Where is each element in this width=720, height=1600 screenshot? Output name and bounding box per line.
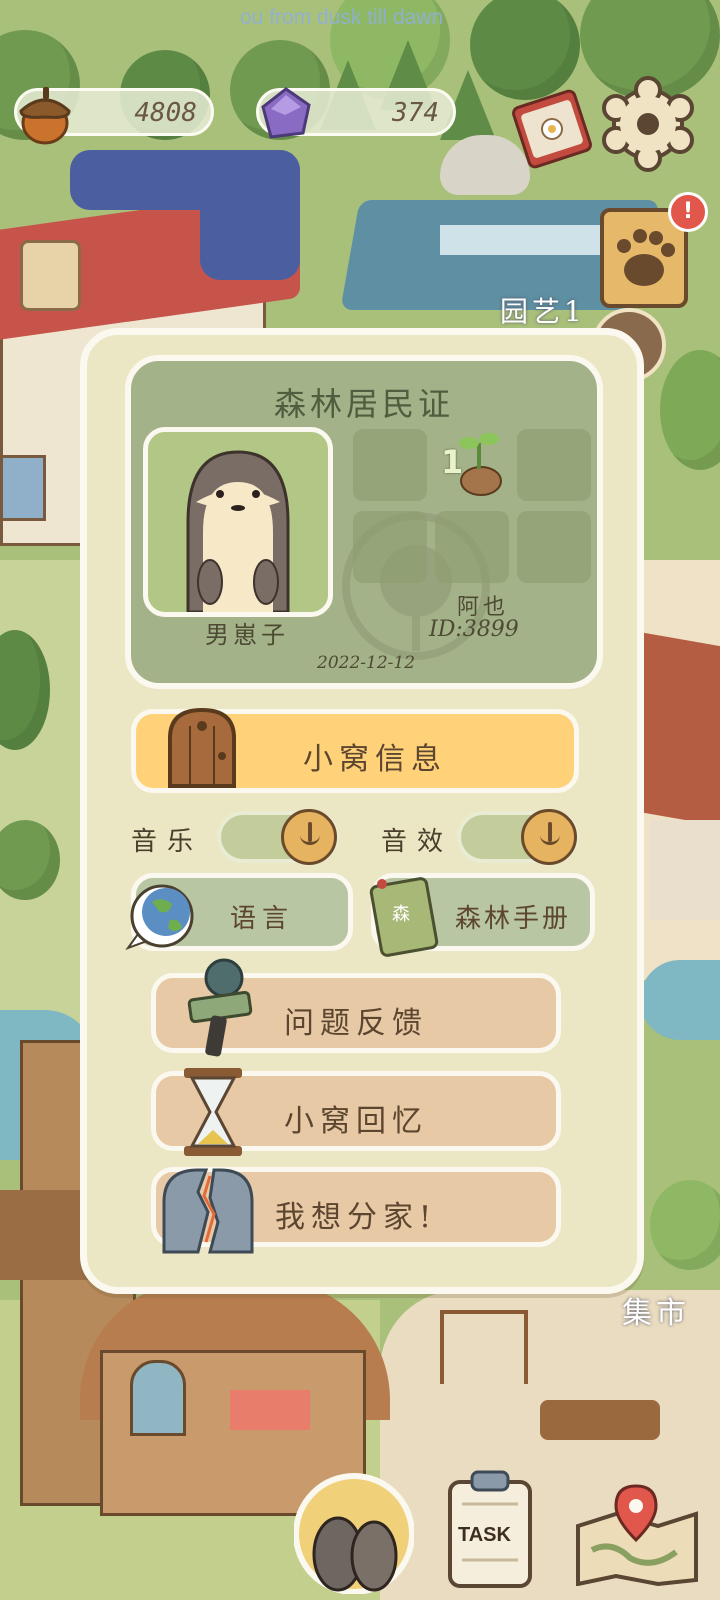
sfx-toggle[interactable] bbox=[457, 809, 579, 865]
gear-icon[interactable] bbox=[600, 74, 696, 178]
badge-slot-5[interactable] bbox=[435, 511, 509, 583]
penguin-character-icon bbox=[186, 450, 290, 612]
leave-home-button[interactable]: 我想分家! bbox=[151, 1167, 561, 1254]
language-label: 语言 bbox=[229, 904, 294, 934]
memories-label: 小窝回忆 bbox=[284, 1104, 428, 1139]
home-info-button[interactable]: 小窝信息 bbox=[131, 707, 579, 793]
badge-slot-4[interactable] bbox=[353, 511, 427, 583]
gem-counter[interactable]: 374 bbox=[256, 87, 456, 139]
badge-slot-6[interactable] bbox=[517, 511, 591, 583]
badge-slot-2[interactable]: 1 bbox=[435, 429, 509, 501]
feedback-button[interactable]: 问题反馈 bbox=[151, 958, 561, 1057]
owner-id: ID:3899 bbox=[429, 617, 519, 642]
music-knob-icon bbox=[281, 809, 337, 865]
home-info-label: 小窝信息 bbox=[303, 742, 447, 777]
garden-label: 园艺1 bbox=[500, 295, 586, 328]
resident-id-card: 森林居民证 1 男崽子 阿也 ID:3899 2022-12-12 bbox=[125, 355, 603, 689]
music-toggle[interactable] bbox=[217, 809, 339, 865]
acorn-icon bbox=[11, 81, 77, 151]
gem-count: 374 bbox=[392, 98, 439, 128]
card-title: 森林居民证 bbox=[273, 385, 454, 423]
character-icon[interactable] bbox=[293, 1470, 415, 1598]
pet-avatar[interactable] bbox=[143, 427, 333, 617]
leave-home-label: 我想分家! bbox=[274, 1200, 438, 1235]
task-label: TASK bbox=[458, 1524, 511, 1546]
join-date: 2022-12-12 bbox=[317, 653, 416, 673]
alert-badge: ! bbox=[668, 192, 708, 232]
book-icon[interactable] bbox=[510, 84, 600, 178]
sfx-knob-icon bbox=[521, 809, 577, 865]
language-button[interactable]: 语言 bbox=[125, 873, 353, 951]
feedback-label: 问题反馈 bbox=[284, 1006, 428, 1041]
handbook-button[interactable]: 森 森林手册 bbox=[369, 873, 595, 957]
handbook-label: 森林手册 bbox=[454, 904, 571, 934]
music-label: 音乐 bbox=[131, 827, 204, 857]
market-label: 集市 bbox=[622, 1296, 690, 1331]
badge-slot-1[interactable] bbox=[353, 429, 427, 501]
badge-slot-3[interactable] bbox=[517, 429, 591, 501]
gem-icon bbox=[257, 85, 315, 147]
task-button[interactable]: TASK bbox=[444, 1468, 538, 1596]
sfx-label: 音效 bbox=[381, 827, 454, 857]
map-icon[interactable] bbox=[572, 1480, 702, 1590]
acorn-count: 4808 bbox=[134, 98, 197, 128]
acorn-counter[interactable]: 4808 bbox=[14, 87, 214, 145]
settings-panel: 森林居民证 1 男崽子 阿也 ID:3899 2022-12-12 小窝信息 音… bbox=[80, 328, 644, 1294]
badge-level: 1 bbox=[441, 443, 464, 481]
now-playing-banner: ou from dusk till dawn bbox=[240, 6, 444, 29]
pet-name: 男崽子 bbox=[205, 621, 289, 649]
memories-button[interactable]: 小窝回忆 bbox=[151, 1068, 561, 1156]
